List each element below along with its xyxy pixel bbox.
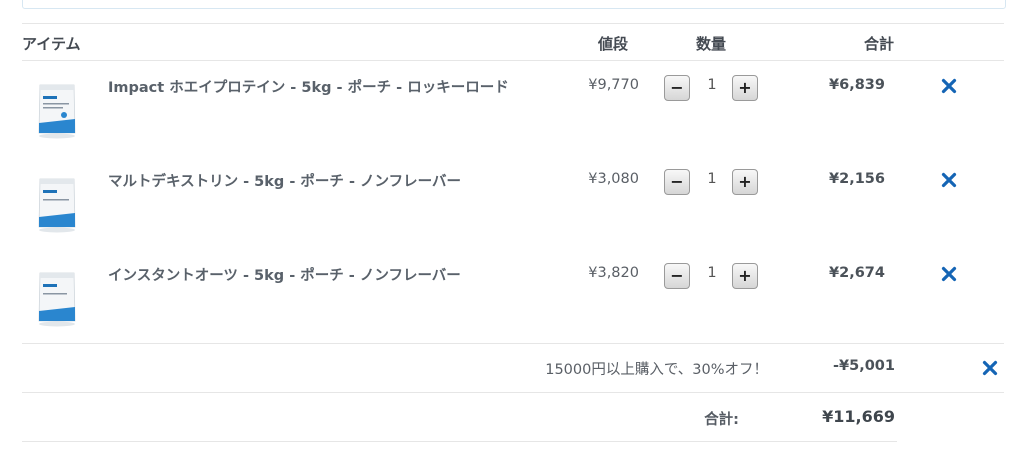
product-name[interactable]: Impact ホエイプロテイン - 5kg - ポーチ - ロッキーロード — [108, 76, 509, 97]
quantity-value: 1 — [707, 171, 717, 187]
top-panel-border — [22, 0, 1006, 9]
column-header-subtotal: 合計 — [864, 35, 895, 53]
decrease-quantity-button[interactable]: − — [664, 75, 690, 101]
decrease-quantity-button[interactable]: − — [664, 169, 690, 195]
increase-quantity-button[interactable]: + — [732, 169, 758, 195]
total-label: 合計: — [704, 412, 739, 428]
cart-item-row: インスタントオーツ - 5kg - ポーチ - ノンフレーバー ¥3,820 −… — [0, 250, 1021, 344]
column-header-quantity: 数量 — [696, 35, 727, 53]
product-name[interactable]: マルトデキストリン - 5kg - ポーチ - ノンフレーバー — [108, 170, 461, 191]
increase-quantity-button[interactable]: + — [732, 75, 758, 101]
cart-item-row: マルトデキストリン - 5kg - ポーチ - ノンフレーバー ¥3,080 −… — [0, 156, 1021, 250]
unit-price: ¥3,080 — [588, 171, 639, 187]
discount-bottom-divider — [22, 392, 1004, 393]
header-top-divider — [22, 23, 1004, 24]
remove-discount-icon[interactable] — [982, 360, 998, 376]
discount-label: 15000円以上購入で、30%オフ！ — [545, 362, 768, 378]
line-total: ¥2,156 — [829, 171, 885, 187]
product-pouch-icon[interactable] — [34, 79, 80, 139]
total-bottom-divider — [22, 441, 897, 442]
remove-item-icon[interactable] — [941, 172, 957, 188]
product-pouch-icon[interactable] — [34, 173, 80, 233]
remove-item-icon[interactable] — [941, 78, 957, 94]
decrease-quantity-button[interactable]: − — [664, 263, 690, 289]
column-header-price: 値段 — [598, 35, 629, 53]
remove-item-icon[interactable] — [941, 266, 957, 282]
unit-price: ¥9,770 — [588, 77, 639, 93]
increase-quantity-button[interactable]: + — [732, 263, 758, 289]
product-name[interactable]: インスタントオーツ - 5kg - ポーチ - ノンフレーバー — [108, 264, 461, 285]
unit-price: ¥3,820 — [588, 265, 639, 281]
line-total: ¥6,839 — [829, 77, 885, 93]
line-total: ¥2,674 — [829, 265, 885, 281]
header-bottom-divider — [22, 60, 1004, 61]
product-pouch-icon[interactable] — [34, 267, 80, 327]
discount-top-divider — [22, 343, 1004, 344]
quantity-value: 1 — [707, 265, 717, 281]
column-header-item: アイテム — [22, 35, 81, 53]
cart-item-row: Impact ホエイプロテイン - 5kg - ポーチ - ロッキーロード ¥9… — [0, 62, 1021, 156]
total-amount: ¥11,669 — [822, 407, 895, 426]
quantity-value: 1 — [707, 77, 717, 93]
discount-amount: -¥5,001 — [833, 358, 895, 374]
